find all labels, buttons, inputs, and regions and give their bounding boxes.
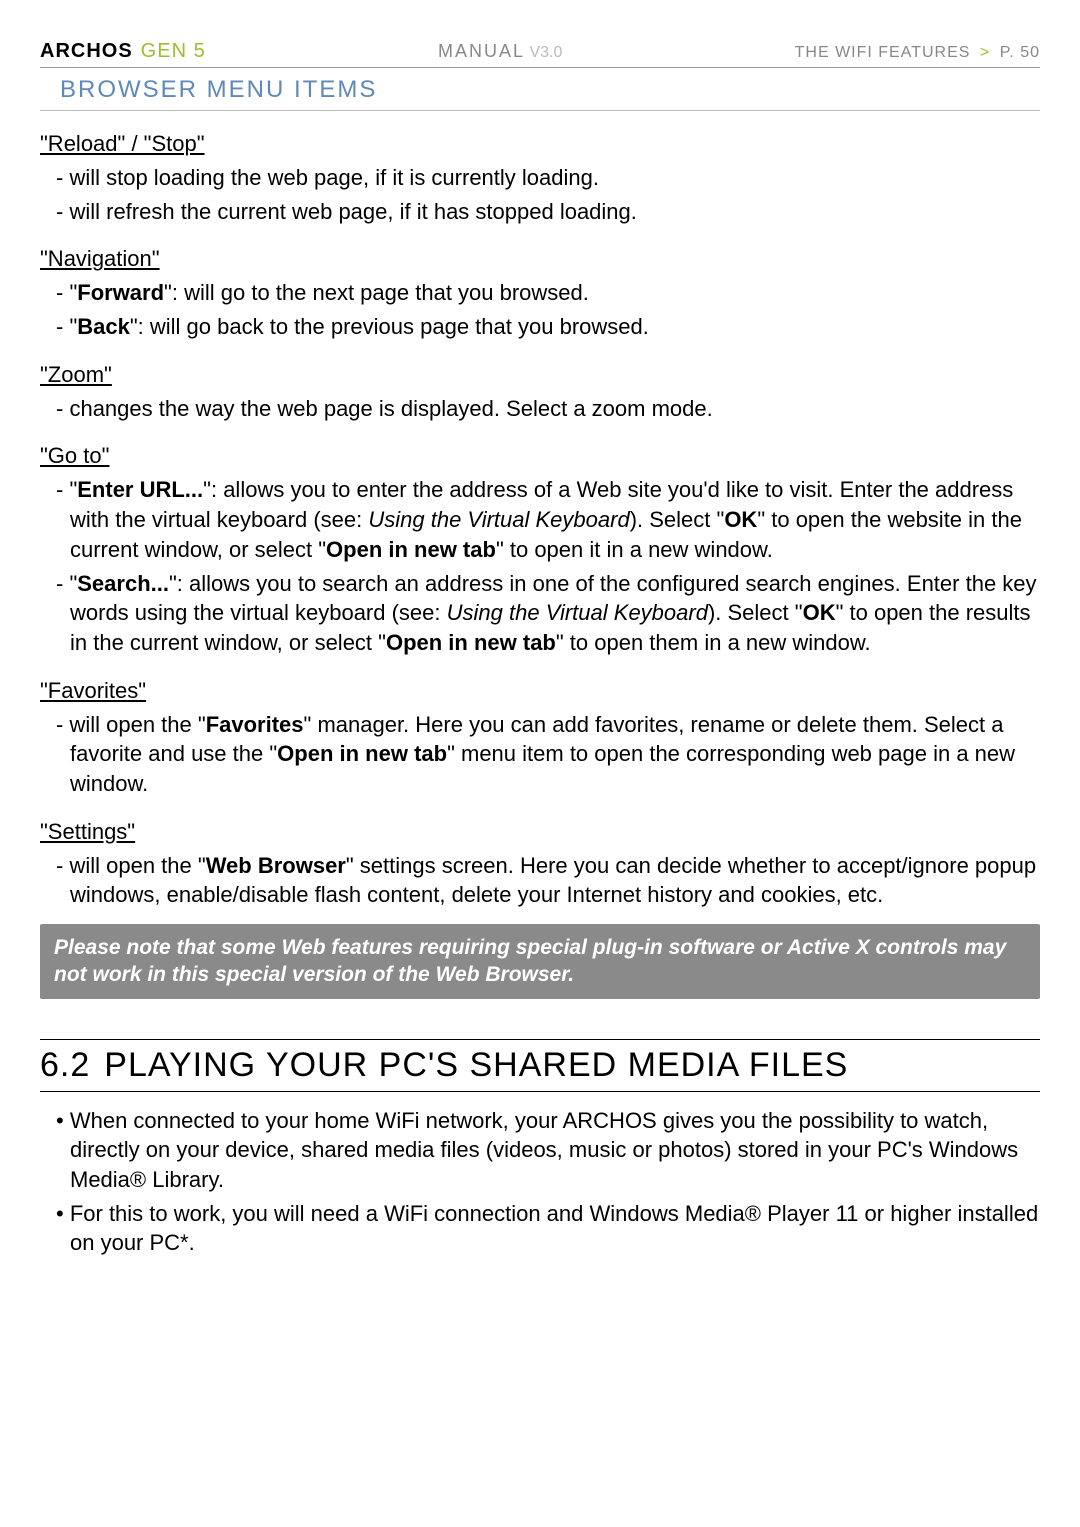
list-item: - "Search...": allows you to search an a… xyxy=(50,569,1040,658)
link-virtual-keyboard: Using the Virtual Keyboard xyxy=(368,507,629,532)
reload-bullets: will stop loading the web page, if it is… xyxy=(40,163,1040,226)
list-item: changes the way the web page is displaye… xyxy=(50,394,1040,424)
menu-item-reload-stop: "Reload" / "Stop" xyxy=(40,131,1040,157)
section-number: 6.2 xyxy=(40,1046,90,1085)
settings-bullets: - will open the "Web Browser" settings s… xyxy=(40,851,1040,910)
major-section-heading: 6.2 PLAYING YOUR PC'S SHARED MEDIA FILES xyxy=(40,1039,1040,1092)
list-item: will stop loading the web page, if it is… xyxy=(50,163,1040,193)
list-item: For this to work, you will need a WiFi c… xyxy=(50,1199,1040,1258)
list-item: When connected to your home WiFi network… xyxy=(50,1106,1040,1195)
list-item: - "Back": will go back to the previous p… xyxy=(50,312,1040,342)
page-number: P. 50 xyxy=(1000,44,1040,61)
goto-bullets: - "Enter URL...": allows you to enter th… xyxy=(40,475,1040,657)
list-item: - "Forward": will go to the next page th… xyxy=(50,278,1040,308)
page-header: ARCHOS GEN 5 MANUAL V3.0 THE WIFI FEATUR… xyxy=(40,40,1040,68)
note-box: Please note that some Web features requi… xyxy=(40,924,1040,999)
list-item: - "Enter URL...": allows you to enter th… xyxy=(50,475,1040,564)
nav-back-text: : will go back to the previous page that… xyxy=(138,314,649,339)
section-name: PLAYING YOUR PC'S SHARED MEDIA FILES xyxy=(104,1046,848,1085)
menu-item-navigation: "Navigation" xyxy=(40,246,1040,272)
nav-forward-text: : will go to the next page that you brow… xyxy=(172,280,589,305)
manual-version: V3.0 xyxy=(529,44,562,61)
list-item: will refresh the current web page, if it… xyxy=(50,197,1040,227)
section-title: BROWSER MENU ITEMS xyxy=(40,70,1040,111)
menu-item-zoom: "Zoom" xyxy=(40,362,1040,388)
favorites-bullets: - will open the "Favorites" manager. Her… xyxy=(40,710,1040,799)
nav-forward-label: Forward xyxy=(77,280,164,305)
header-left: ARCHOS GEN 5 xyxy=(40,40,206,63)
list-item: - will open the "Web Browser" settings s… xyxy=(50,851,1040,910)
manual-label: MANUAL xyxy=(438,41,525,61)
nav-back-label: Back xyxy=(77,314,130,339)
enter-url-label: Enter URL... xyxy=(77,477,203,502)
chevron-right-icon: > xyxy=(976,44,994,61)
zoom-bullets: changes the way the web page is displaye… xyxy=(40,394,1040,424)
header-right: THE WIFI FEATURES > P. 50 xyxy=(795,44,1040,62)
brand-logo: ARCHOS xyxy=(40,40,133,63)
search-label: Search... xyxy=(77,571,169,596)
menu-item-goto: "Go to" xyxy=(40,443,1040,469)
shared-media-bullets: When connected to your home WiFi network… xyxy=(40,1106,1040,1258)
list-item: - will open the "Favorites" manager. Her… xyxy=(50,710,1040,799)
menu-item-settings: "Settings" xyxy=(40,819,1040,845)
chapter-name: THE WIFI FEATURES xyxy=(795,44,971,61)
menu-item-favorites: "Favorites" xyxy=(40,678,1040,704)
header-center: MANUAL V3.0 xyxy=(438,41,562,62)
product-generation: GEN 5 xyxy=(141,40,206,63)
navigation-bullets: - "Forward": will go to the next page th… xyxy=(40,278,1040,341)
link-virtual-keyboard: Using the Virtual Keyboard xyxy=(447,600,708,625)
